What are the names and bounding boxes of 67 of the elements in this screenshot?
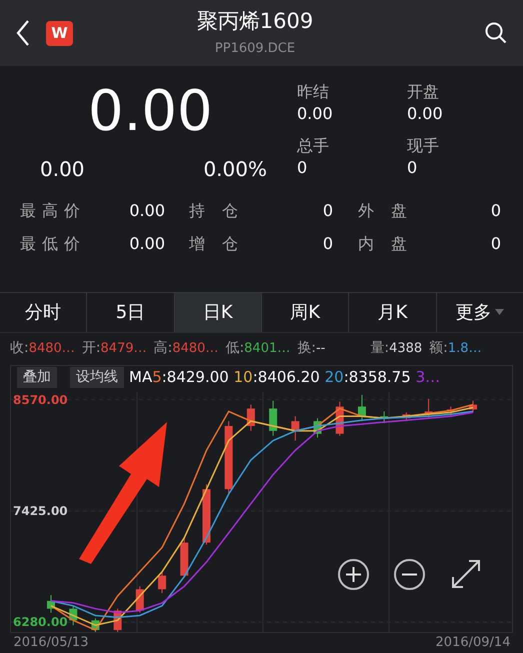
candlestick <box>47 594 55 614</box>
axis-label: 6280.00 <box>13 616 68 628</box>
bar-info: 收:8480… <box>10 339 75 358</box>
candlestick <box>314 418 322 438</box>
candlestick <box>246 404 255 432</box>
candlestick <box>358 394 366 422</box>
bar-info: 换:-- <box>297 339 326 358</box>
fullscreen-icon[interactable] <box>451 559 481 589</box>
stat-label: 内 盘 <box>358 233 414 254</box>
candlestick <box>446 406 455 417</box>
date-label: 2016/09/14 <box>436 634 510 652</box>
stat-label: 最低价 <box>20 233 86 254</box>
chart-option-button[interactable]: 设均线 <box>70 366 124 388</box>
bar-info: 低:8401… <box>225 339 290 358</box>
plus-icon <box>346 567 361 582</box>
moving-average-legend: MA5:8429.00 10:8406.20 20:8358.75 3… <box>129 366 440 388</box>
axis-label: 8570.00 <box>13 394 68 406</box>
page-title: 聚丙烯1609 <box>196 8 314 36</box>
candlestick <box>91 618 100 632</box>
quote-value: 0 <box>407 157 418 180</box>
candlestick <box>136 586 144 614</box>
stat-value: 0.00 <box>129 200 165 222</box>
stat-value: 0 <box>322 200 333 222</box>
last-price: 0.00 <box>88 82 214 142</box>
date-label: 2016/05/13 <box>14 634 88 652</box>
candlestick <box>469 400 477 413</box>
zoom-out-button[interactable] <box>394 559 425 590</box>
quote-value: 0.00 <box>407 103 444 126</box>
period-tab[interactable]: 日K <box>174 292 261 332</box>
stat-label: 持 仓 <box>189 200 244 222</box>
quote-label: 总手 <box>297 136 330 156</box>
stat-value: 0.00 <box>129 233 165 254</box>
candlestick <box>269 400 278 436</box>
candlestick <box>158 571 166 594</box>
bar-info: 开:8479… <box>82 339 147 358</box>
quote-label: 现手 <box>407 136 440 156</box>
bar-info: 量:4388 <box>370 339 422 358</box>
quote-label: 开盘 <box>407 82 440 102</box>
candlestick <box>202 484 210 546</box>
stat-label: 最高价 <box>20 200 86 222</box>
quote-value: 0.00 <box>297 103 334 126</box>
stat-value: 0 <box>490 233 501 254</box>
stat-label: 外 盘 <box>358 200 414 222</box>
candlestick <box>291 416 300 442</box>
bar-info: 高:8480… <box>154 339 218 358</box>
candlestick <box>336 401 344 436</box>
axis-label: 7425.00 <box>13 505 68 518</box>
stat-value: 0 <box>490 200 501 222</box>
contract-code: PP1609.DCE <box>214 40 296 58</box>
percent-change: 0.00% <box>203 156 267 184</box>
zoom-in-button[interactable] <box>338 559 369 590</box>
candlestick <box>380 410 388 424</box>
candlestick <box>69 605 78 626</box>
chart-option-button[interactable]: 叠加 <box>17 366 57 388</box>
minus-icon <box>402 573 417 576</box>
quote-label: 昨结 <box>297 82 330 102</box>
candlestick <box>424 398 433 418</box>
stat-label: 增 仓 <box>189 233 244 254</box>
price-change: 0.00 <box>40 156 85 184</box>
quote-value: 0 <box>297 157 308 180</box>
bar-info: 额:1.8… <box>429 339 482 358</box>
app-logo: W <box>46 20 73 46</box>
back-icon[interactable] <box>16 20 30 46</box>
candlestick <box>402 412 410 422</box>
stat-value: 0 <box>322 233 333 254</box>
candlestick <box>180 537 188 578</box>
search-icon[interactable] <box>485 22 507 44</box>
